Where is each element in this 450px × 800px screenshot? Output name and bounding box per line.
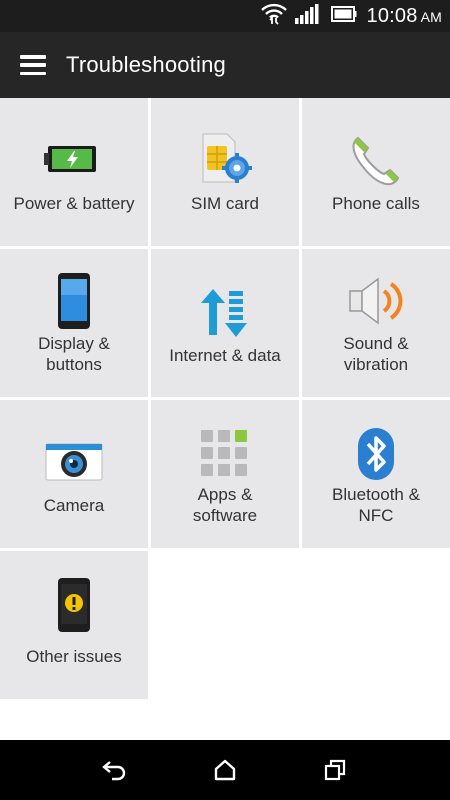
camera-icon (42, 430, 106, 494)
tile-display-buttons[interactable]: Display & buttons (0, 249, 148, 397)
tile-label: Phone calls (332, 194, 420, 213)
tile-power-battery[interactable]: Power & battery (0, 98, 148, 246)
battery-charging-icon (42, 128, 106, 192)
tile-label: Display & buttons (38, 334, 110, 374)
internet-data-icon (193, 281, 257, 345)
status-clock: 10:08 AM (366, 4, 442, 27)
tile-label: Camera (43, 496, 105, 515)
tile-other-issues[interactable]: Other issues (0, 551, 148, 699)
wifi-icon (260, 3, 287, 30)
warning-phone-icon (42, 573, 106, 637)
speaker-icon (344, 269, 408, 333)
tile-sound-vibration[interactable]: Sound & vibration (302, 249, 450, 397)
back-icon[interactable] (95, 750, 135, 790)
hamburger-menu-icon[interactable] (20, 55, 46, 75)
tile-label: Other issues (26, 647, 122, 666)
bluetooth-icon (344, 422, 408, 486)
tile-internet-data[interactable]: Internet & data (151, 249, 299, 397)
recent-apps-icon[interactable] (315, 750, 355, 790)
sim-card-icon (193, 128, 257, 192)
tile-label: Sound & vibration (343, 334, 409, 374)
home-icon[interactable] (205, 750, 245, 790)
apps-grid-icon (193, 422, 257, 486)
app-bar: Troubleshooting (0, 32, 450, 98)
system-nav-bar (0, 740, 450, 800)
status-bar: 10:08 AM (0, 0, 450, 32)
display-phone-icon (42, 269, 106, 333)
tile-label: Internet & data (169, 346, 281, 365)
tile-apps-software[interactable]: Apps & software (151, 400, 299, 548)
battery-icon (330, 5, 357, 27)
phone-icon (344, 128, 408, 192)
tile-sim-card[interactable]: SIM card (151, 98, 299, 246)
signal-icon (294, 3, 319, 29)
tile-bluetooth-nfc[interactable]: Bluetooth & NFC (302, 400, 450, 548)
tile-label: Bluetooth & NFC (332, 485, 420, 525)
page-title: Troubleshooting (66, 52, 226, 77)
tile-label: Apps & software (192, 485, 258, 525)
tile-label: Power & battery (13, 194, 135, 213)
tile-camera[interactable]: Camera (0, 400, 148, 548)
tile-label: SIM card (190, 194, 260, 213)
tile-phone-calls[interactable]: Phone calls (302, 98, 450, 246)
